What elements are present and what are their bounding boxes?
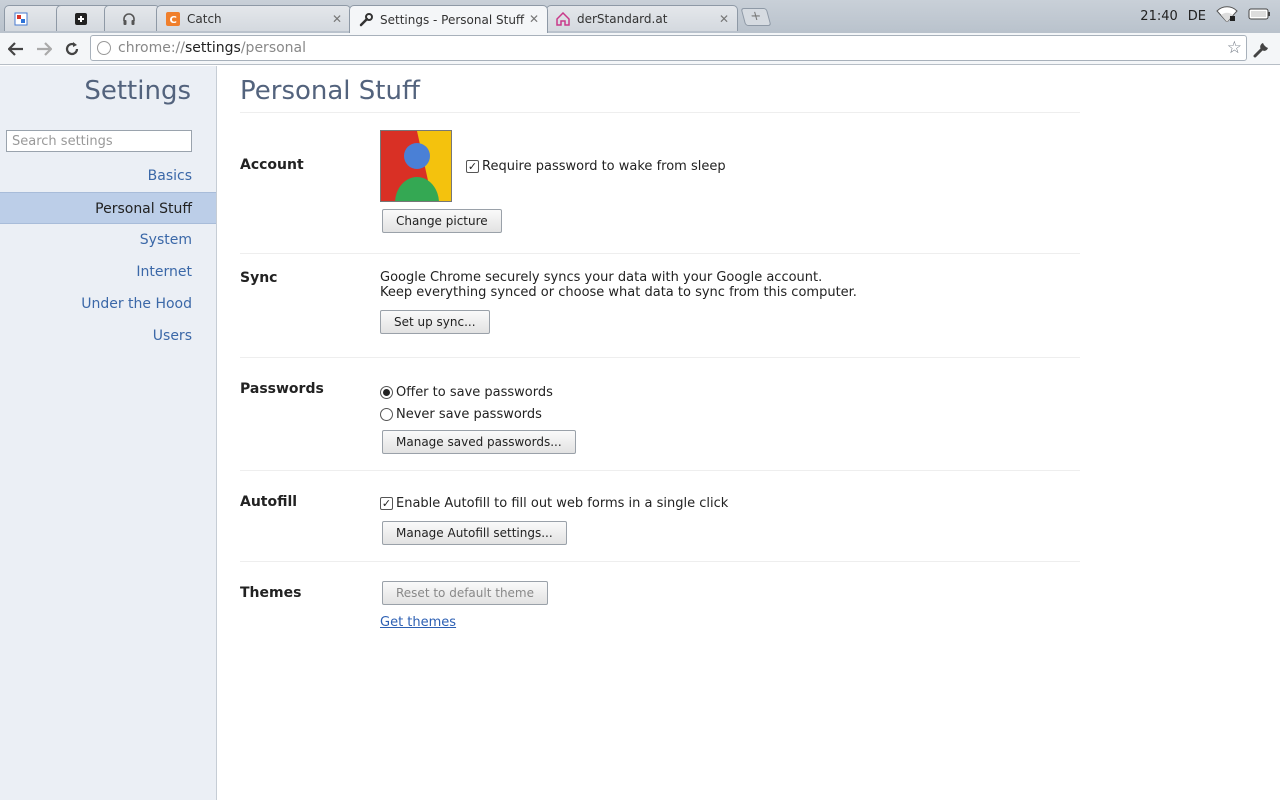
enable-autofill-label: Enable Autofill to fill out web forms in… — [396, 495, 729, 511]
passwords-label: Passwords — [240, 381, 324, 397]
sidebar-item-internet[interactable]: Internet — [0, 256, 216, 288]
never-save-passwords-label: Never save passwords — [396, 406, 542, 422]
sidebar-item-users[interactable]: Users — [0, 320, 216, 352]
get-themes-link[interactable]: Get themes — [380, 615, 456, 630]
reset-theme-button[interactable]: Reset to default theme — [382, 581, 548, 605]
sync-label: Sync — [240, 270, 278, 286]
reload-icon — [65, 42, 79, 56]
catch-icon: C — [165, 11, 181, 27]
passwords-section: Passwords Offer to save passwords Never … — [240, 358, 1080, 471]
close-icon[interactable]: ✕ — [332, 12, 342, 26]
wrench-icon — [358, 12, 374, 28]
browser-toolbar: chrome://settings/personal ☆ — [0, 33, 1280, 65]
autofill-label: Autofill — [240, 494, 298, 510]
offer-save-passwords-radio[interactable] — [380, 385, 393, 399]
tab-google-apps[interactable] — [4, 5, 64, 31]
wifi-icon[interactable] — [1216, 6, 1238, 26]
manage-passwords-button[interactable]: Manage saved passwords... — [382, 430, 576, 454]
plus-square-icon — [73, 11, 89, 27]
settings-content: Personal Stuff Account ✓ Require passwor… — [240, 66, 1080, 652]
tab-title: derStandard.at — [577, 11, 668, 26]
change-picture-button[interactable]: Change picture — [382, 209, 502, 233]
system-status: 21:40 DE — [1140, 6, 1272, 26]
forward-button[interactable] — [32, 37, 56, 61]
clock: 21:40 — [1140, 8, 1178, 24]
sync-description-line1: Google Chrome securely syncs your data w… — [380, 270, 823, 285]
never-save-passwords-radio[interactable] — [380, 407, 393, 421]
tab-strip: C Catch ✕ Settings - Personal Stuff ✕ de… — [0, 0, 1280, 33]
sync-description-line2: Keep everything synced or choose what da… — [380, 285, 857, 300]
user-picture[interactable] — [380, 130, 452, 202]
page-title: Personal Stuff — [240, 66, 1080, 113]
back-button[interactable] — [4, 37, 28, 61]
require-password-checkbox[interactable]: ✓ — [466, 159, 479, 173]
address-bar[interactable]: chrome://settings/personal ☆ — [90, 35, 1247, 61]
manage-autofill-button[interactable]: Manage Autofill settings... — [382, 521, 567, 545]
autofill-section: Autofill ✓ Enable Autofill to fill out w… — [240, 471, 1080, 562]
house-icon — [555, 11, 571, 27]
url-path: /personal — [240, 40, 307, 56]
battery-icon[interactable] — [1248, 7, 1272, 25]
headphones-icon — [121, 11, 137, 27]
themes-section: Themes Reset to default theme Get themes — [240, 562, 1080, 652]
forward-arrow-icon — [37, 42, 52, 56]
sidebar-item-basics[interactable]: Basics — [0, 160, 216, 192]
enable-autofill-checkbox[interactable]: ✓ — [380, 496, 393, 510]
sidebar-title: Settings — [84, 76, 191, 106]
search-settings-input[interactable] — [6, 130, 192, 152]
wrench-icon — [1253, 43, 1268, 58]
account-label: Account — [240, 157, 304, 173]
page-icon — [97, 41, 111, 55]
google-apps-icon — [13, 11, 29, 27]
svg-text:C: C — [170, 15, 177, 26]
bookmark-star-icon[interactable]: ☆ — [1227, 38, 1242, 58]
setup-sync-button[interactable]: Set up sync... — [380, 310, 490, 334]
offer-save-passwords-label: Offer to save passwords — [396, 384, 553, 400]
input-language[interactable]: DE — [1188, 9, 1206, 24]
sidebar-item-system[interactable]: System — [0, 224, 216, 256]
tab-derstandard[interactable]: derStandard.at ✕ — [546, 5, 738, 31]
url-host: settings — [185, 40, 241, 56]
tab-catch[interactable]: C Catch ✕ — [156, 5, 351, 31]
close-icon[interactable]: ✕ — [719, 12, 729, 26]
new-tab-button[interactable]: + — [740, 8, 772, 26]
require-password-label: Require password to wake from sleep — [482, 158, 726, 174]
sync-section: Sync Google Chrome securely syncs your d… — [240, 254, 1080, 358]
settings-sidebar: Settings Basics Personal Stuff System In… — [0, 66, 217, 800]
tab-title: Catch — [187, 11, 222, 26]
sidebar-item-under-the-hood[interactable]: Under the Hood — [0, 288, 216, 320]
close-icon[interactable]: ✕ — [529, 12, 539, 26]
settings-nav: Basics Personal Stuff System Internet Un… — [0, 160, 216, 352]
tab-settings[interactable]: Settings - Personal Stuff ✕ — [349, 5, 548, 33]
tab-title: Settings - Personal Stuff — [380, 12, 525, 27]
reload-button[interactable] — [60, 37, 84, 61]
account-section: Account ✓ Require password to wake from … — [240, 113, 1080, 254]
sidebar-item-personal-stuff[interactable]: Personal Stuff — [0, 192, 216, 224]
tab-music[interactable] — [104, 5, 160, 31]
themes-label: Themes — [240, 585, 302, 601]
wrench-menu-button[interactable] — [1250, 37, 1274, 61]
back-arrow-icon — [8, 42, 23, 56]
url-scheme: chrome:// — [118, 40, 185, 56]
